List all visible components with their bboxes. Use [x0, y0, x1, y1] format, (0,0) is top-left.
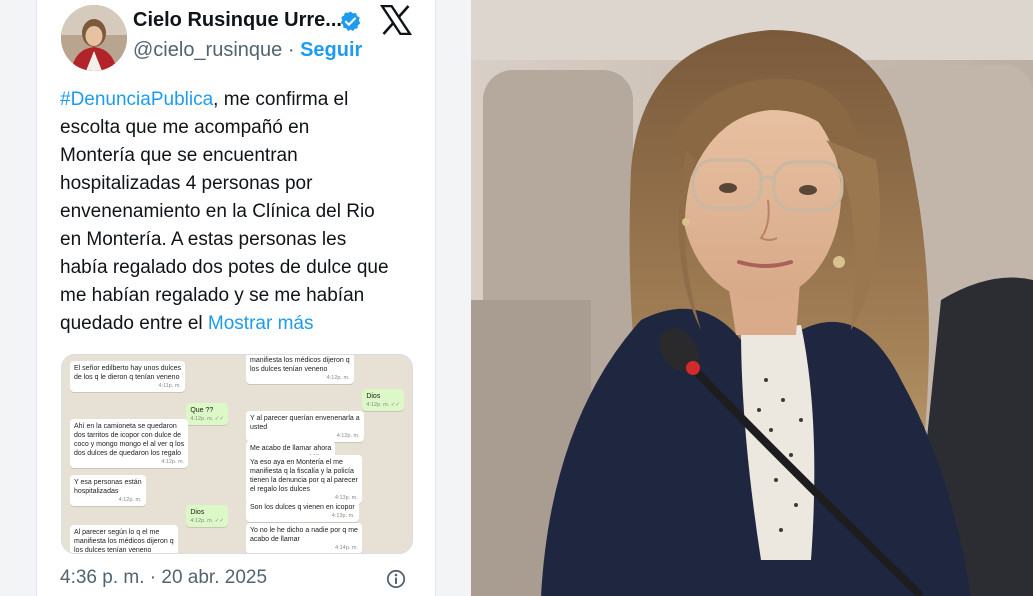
tweet-time: 4:36 p. m. [60, 567, 145, 588]
chat-message-text: El señor edilberto hay unos dulces de lo… [74, 365, 182, 381]
follow-button[interactable]: Seguir [300, 39, 362, 61]
hashtag-suffix: , [213, 89, 219, 110]
tweet-text-line: me habían regalado y se me habían [60, 285, 365, 306]
handle-separator: · [282, 39, 301, 61]
chat-column-left: El señor edilberto hay unos dulces de lo… [62, 355, 238, 554]
tweet-text-line: en Montería. A estas personas les [60, 229, 347, 250]
chat-message-incoming: El señor edilberto hay unos dulces de lo… [70, 361, 186, 392]
tweet-text-line: hospitalizadas 4 personas por [60, 173, 313, 194]
avatar[interactable] [61, 5, 127, 71]
tweet-text-segment: quedado entre el [60, 313, 203, 334]
show-more-link[interactable]: Mostrar más [208, 313, 314, 334]
chat-message-text: Dios [190, 509, 205, 516]
chat-message-text: Ahí en la camioneta se quedaron dos tarr… [74, 423, 185, 457]
chat-message-incoming: Ahí en la camioneta se quedaron dos tarr… [70, 419, 189, 468]
chat-message-time: 4:12p. m. [326, 375, 350, 381]
tweet-date: 20 abr. 2025 [161, 567, 268, 588]
chat-message-text: Dios [366, 393, 381, 400]
tweet-text-line: había regalado dos potes de dulce que [60, 257, 389, 278]
chat-message-incoming: Ya eso aya en Montería el me manifiesta … [246, 455, 362, 504]
tweet-card[interactable]: Cielo Rusinque Urre... @cielo_rusinque ·… [36, 0, 436, 596]
chat-message-outgoing: Dios 4:12p. m. ✓✓ [362, 389, 404, 411]
chat-message-outgoing: Dios 4:12p. m. ✓✓ [186, 505, 228, 527]
verified-badge-icon [340, 11, 361, 32]
hashtag-link[interactable]: #DenunciaPublica [60, 89, 213, 110]
author-name[interactable]: Cielo Rusinque Urre... [133, 9, 342, 32]
chat-message-incoming: Al parecer según lo q el me manifiesta l… [70, 525, 178, 554]
chat-message-time: 4:12p. m. ✓✓ [190, 416, 224, 422]
chat-message-outgoing: Que ?? 4:12p. m. ✓✓ [186, 403, 228, 425]
chat-message-text: manifiesta los médicos dijeron q los dul… [250, 357, 350, 373]
x-logo-icon[interactable] [380, 5, 412, 35]
chat-message-incoming: Yo no le he dicho a nadie por q me acabo… [246, 523, 362, 553]
chat-message-text: Y al parecer querían envenenarla a usted [250, 415, 360, 431]
chat-message-incoming: manifiesta los médicos dijeron q los dul… [246, 355, 354, 384]
chat-message-text: Al parecer según lo q el me manifiesta l… [74, 529, 174, 554]
chat-message-time: 4:12p. m. ✓✓ [190, 518, 224, 524]
chat-message-text: Que ?? [190, 407, 214, 414]
chat-message-text: Son los dulces q vienen en icopor [250, 504, 355, 511]
tweet-text-line: Montería que se encuentran [60, 145, 298, 166]
chat-message-incoming: Y esa personas están hospitalizadas 4:12p… [70, 475, 146, 506]
chat-message-time: 4:12p. m. ✓✓ [366, 402, 400, 408]
chat-screenshot-image[interactable]: El señor edilberto hay unos dulces de lo… [61, 354, 413, 554]
tweet-text: #DenunciaPublica, me confirma el escolta… [60, 86, 420, 338]
chat-message-time: 4:12p. m. [161, 459, 185, 465]
chat-message-text: Yo no le he dicho a nadie por q me acabo… [250, 527, 358, 543]
tweet-text-line: #DenunciaPublica, me confirma el [60, 86, 420, 114]
info-icon[interactable] [386, 569, 406, 589]
chat-message-text: Ya eso aya en Montería el me manifiesta … [250, 459, 358, 493]
tweet-text-segment: me confirma el [223, 89, 349, 110]
chat-message-time: 4:12p. m. [336, 433, 360, 439]
chat-message-time: 4:13p. m. [331, 513, 355, 519]
chat-message-text: Me acabo de llamar ahora [250, 445, 332, 452]
handle-line: @cielo_rusinque · Seguir [133, 39, 362, 62]
user-handle[interactable]: @cielo_rusinque [133, 39, 282, 61]
photo-woman-at-microphone [471, 0, 1033, 596]
chat-message-incoming: Y al parecer querían envenenarla a usted… [246, 411, 364, 442]
meta-separator: · [144, 567, 162, 588]
chat-message-time: 4:11p. m. [158, 383, 182, 389]
tweet-text-line: quedado entre el Mostrar más [60, 310, 420, 338]
chat-message-text: Y esa personas están hospitalizadas [74, 479, 142, 495]
chat-message-incoming: Son los dulces q vienen en icopor 4:13p. … [246, 500, 359, 522]
chat-message-time: 4:12p. m. [118, 497, 142, 503]
chat-message-time: 4:14p. m. [335, 545, 358, 551]
chat-column-right: manifiesta los médicos dijeron q los dul… [238, 355, 412, 553]
tweet-text-line: escolta que me acompañó en [60, 117, 310, 138]
tweet-timestamp[interactable]: 4:36 p. m. · 20 abr. 2025 [60, 567, 267, 589]
tweet-text-line: envenenamiento en la Clínica del Rio [60, 201, 375, 222]
